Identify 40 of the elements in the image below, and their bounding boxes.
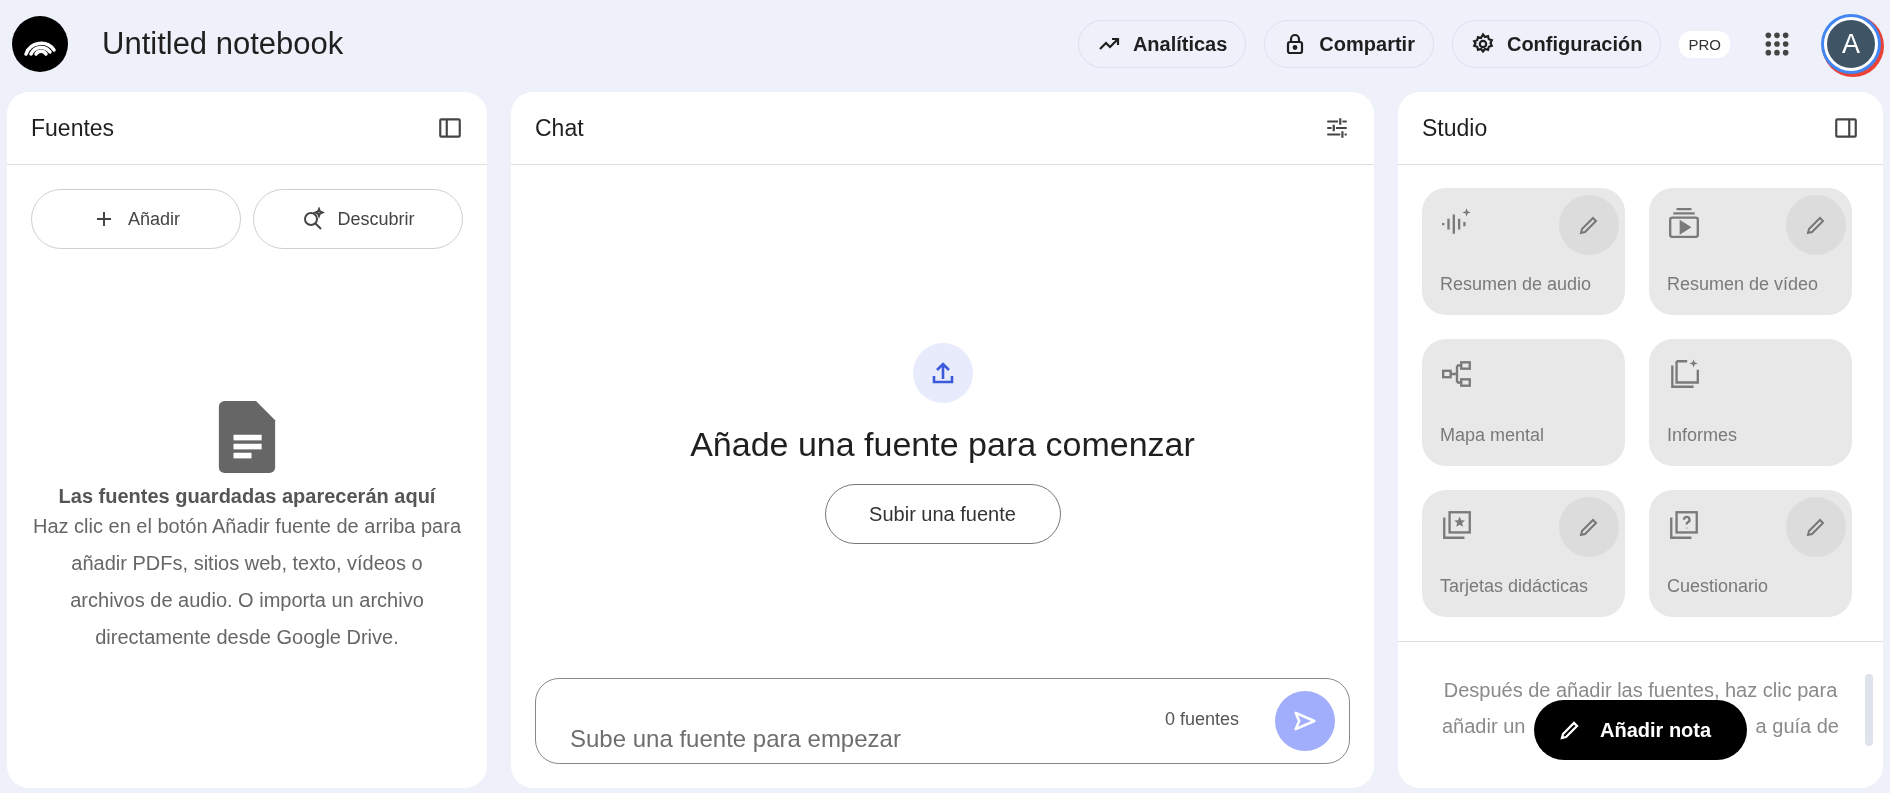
upload-icon: [912, 343, 973, 403]
upload-source-button[interactable]: Subir una fuente: [824, 484, 1061, 544]
studio-tool-card[interactable]: Resumen de vídeo: [1649, 188, 1852, 315]
document-icon: [218, 401, 276, 473]
header-button[interactable]: Compartir: [1264, 20, 1434, 68]
logo-icon: [12, 16, 68, 72]
studio-tool-card[interactable]: Mapa mental: [1422, 339, 1625, 466]
settings-sliders-icon[interactable]: [1324, 115, 1350, 141]
quiz-icon: [1667, 508, 1701, 542]
studio-tool-card[interactable]: Cuestionario: [1649, 490, 1852, 617]
chat-heading: Añade una fuente para comenzar: [690, 425, 1195, 464]
panel-title: Studio: [1422, 114, 1488, 142]
video-icon: [1667, 206, 1701, 240]
studio-tool-card[interactable]: Informes: [1649, 339, 1852, 466]
scrollbar[interactable]: [1865, 674, 1873, 746]
search-sparkle-icon: [301, 207, 326, 231]
source-count: 0 fuentes: [1164, 708, 1239, 731]
empty-state-text: Haz clic en el botón Añadir fuente de arriba para añadir PDFs, sitios web, texto, vídeos o archivos de audio. O importa un archivo directamente desde Google Drive.: [32, 514, 462, 650]
header-button[interactable]: Analíticas: [1077, 20, 1247, 68]
studio-tool-card[interactable]: Resumen de audio: [1422, 188, 1625, 315]
notes-hint-text: a guía de: [1755, 714, 1839, 739]
sidebar-toggle-icon[interactable]: [1833, 115, 1859, 141]
notes-hint-text: Después de añadir las fuentes, haz clic para: [1442, 678, 1839, 703]
notes-hint-text: añadir un: [1442, 714, 1526, 739]
flashcards-icon: [1440, 508, 1474, 542]
panel-title: Chat: [535, 114, 584, 142]
panel-title: Fuentes: [31, 114, 115, 142]
chat-input-field[interactable]: Sube una fuente para empezar: [570, 725, 1165, 763]
source-button[interactable]: Descubrir: [253, 189, 463, 249]
header-button[interactable]: Configuración: [1451, 20, 1662, 68]
pro-badge: PRO: [1679, 30, 1730, 58]
notebook-title[interactable]: Untitled notebook: [102, 26, 344, 62]
source-button[interactable]: Añadir: [31, 189, 241, 249]
studio-tool-card[interactable]: Tarjetas didácticas: [1422, 490, 1625, 617]
add-note-button[interactable]: Añadir nota: [1534, 700, 1748, 760]
settings-icon: [1470, 32, 1495, 56]
apps-grid-icon[interactable]: [1764, 31, 1790, 57]
empty-state-title: Las fuentes guardadas aparecerán aquí: [58, 485, 436, 508]
sidebar-toggle-icon[interactable]: [437, 115, 463, 141]
chat-box[interactable]: Sube una fuente para empezar 0 fuentes: [535, 678, 1350, 764]
